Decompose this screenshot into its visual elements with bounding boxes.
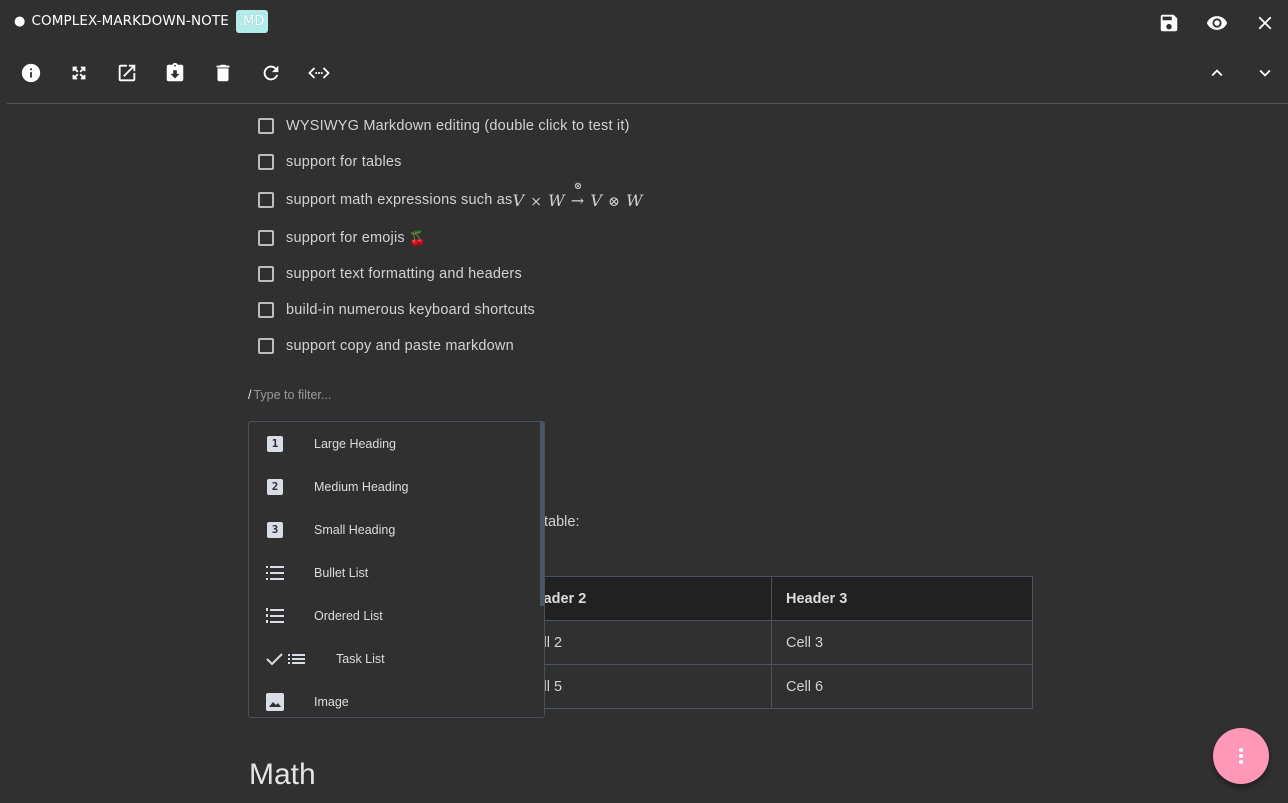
task-text: support for emojis [286,230,405,246]
task-text: WYSIWYG Markdown editing (double click t… [286,118,630,134]
open-external-button[interactable] [113,59,141,87]
table-cell[interactable]: Cell 3 [771,620,1033,665]
task-checkbox[interactable] [258,230,274,246]
task-text: support text formatting and headers [286,266,522,282]
task-checkbox[interactable] [258,192,274,208]
fullscreen-button[interactable] [65,59,93,87]
ordered-list-icon [265,606,285,626]
file-extension-badge: .MD [235,9,268,33]
task-text: support math expressions such as [286,192,513,208]
source-view-button[interactable] [305,59,333,87]
chevron-up-icon [1211,69,1223,77]
more-actions-button[interactable] [1213,728,1269,784]
eye-icon [1206,16,1228,30]
close-icon [1258,16,1272,30]
menu-item-image[interactable]: Image [249,680,540,717]
table-cell[interactable]: Cell 5 [510,664,772,709]
delete-button[interactable] [209,59,237,87]
cherries-emoji: 🍒 [408,229,427,246]
task-checkbox[interactable] [258,302,274,318]
task-text: support for tables [286,154,402,170]
task-text: support copy and paste markdown [286,338,514,354]
table-cell[interactable]: Cell 6 [771,664,1033,709]
math-expression: V × W ⊗ → V ⊗ W [512,180,643,210]
paragraph-text: table: [544,514,580,530]
slash-command-filter[interactable]: / Type to filter... [248,388,331,402]
image-icon [265,692,285,712]
clipboard-download-icon [166,62,184,82]
chevron-down-icon [1259,69,1271,77]
task-checkbox[interactable] [258,266,274,282]
fullscreen-icon [72,66,86,80]
task-item: support math expressions such as V × W ⊗ → V ⊗… [258,180,643,220]
task-item: WYSIWYG Markdown editing (double click t… [258,108,643,144]
menu-item-task-list[interactable]: Task List [249,637,540,680]
toolbar-divider [7,103,1288,104]
slash-command-menu: 1 Large Heading 2 Medium Heading 3 Small… [248,421,545,718]
table-header-cell[interactable]: Header 3 [771,576,1033,621]
export-button[interactable] [161,59,189,87]
menu-item-bullet-list[interactable]: Bullet List [249,551,540,594]
task-text: build-in numerous keyboard shortcuts [286,302,535,318]
task-list-icon [265,649,307,669]
close-button[interactable] [1251,9,1279,37]
info-button[interactable] [17,59,45,87]
math-heading: Math [249,758,316,791]
heading-3-icon: 3 [265,520,285,540]
task-item: build-in numerous keyboard shortcuts [258,292,643,328]
task-item: support copy and paste markdown [258,328,643,364]
open-external-icon [118,64,136,82]
info-icon [21,63,41,83]
slash-prefix: / [248,388,252,402]
filter-placeholder: Type to filter... [253,388,332,402]
task-item: support for tables [258,144,643,180]
task-list: WYSIWYG Markdown editing (double click t… [258,108,643,364]
save-icon [1160,14,1178,32]
save-button[interactable] [1155,9,1183,37]
menu-item-large-heading[interactable]: 1 Large Heading [249,422,540,465]
table-header-cell[interactable]: Header 2 [510,576,772,621]
delete-icon [216,64,230,82]
task-checkbox[interactable] [258,154,274,170]
menu-item-small-heading[interactable]: 3 Small Heading [249,508,540,551]
code-icon [308,67,330,79]
refresh-icon [263,65,279,81]
next-button[interactable] [1251,59,1279,87]
menu-item-medium-heading[interactable]: 2 Medium Heading [249,465,540,508]
task-item: support for emojis 🍒 [258,220,643,256]
preview-button[interactable] [1203,9,1231,37]
task-item: support text formatting and headers [258,256,643,292]
unsaved-indicator: ● [14,13,26,29]
reload-button[interactable] [257,59,285,87]
menu-item-ordered-list[interactable]: Ordered List [249,594,540,637]
bullet-list-icon [265,563,285,583]
table-cell[interactable]: Cell 2 [510,620,772,665]
task-checkbox[interactable] [258,338,274,354]
previous-button[interactable] [1203,59,1231,87]
more-vertical-icon [1239,748,1243,764]
note-title: ● COMPLEX-MARKDOWN-NOTE .MD [14,8,268,34]
file-name: COMPLEX-MARKDOWN-NOTE [31,13,229,29]
heading-2-icon: 2 [265,477,285,497]
heading-1-icon: 1 [265,434,285,454]
task-checkbox[interactable] [258,118,274,134]
menu-scrollbar[interactable] [540,422,544,606]
